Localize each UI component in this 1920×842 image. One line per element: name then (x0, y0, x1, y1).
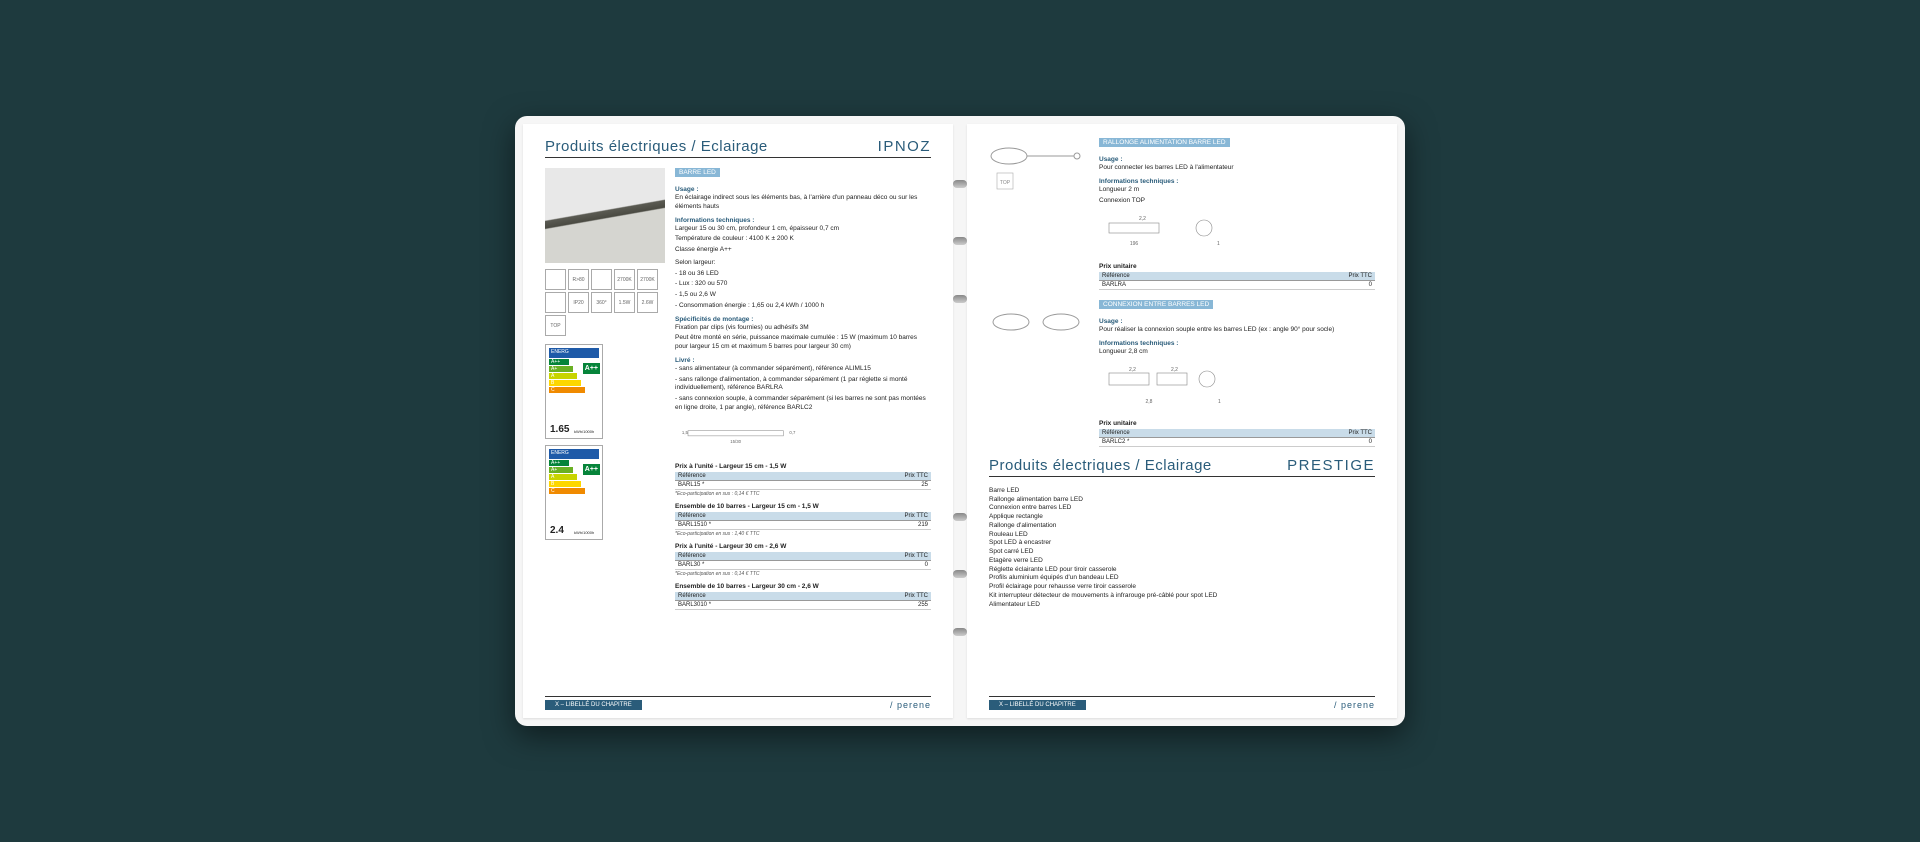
section-title: Produits électriques / Eclairage (989, 457, 1212, 474)
spec-icon: TOP (545, 315, 566, 336)
product-sketch (989, 300, 1089, 355)
section-header: Produits électriques / Eclairage PRESTIG… (989, 457, 1375, 477)
section-brand: PRESTIGE (1287, 457, 1375, 474)
page-right: TOP RALLONGE ALIMENTATION BARRE LED Usag… (967, 124, 1397, 718)
svg-text:1: 1 (1218, 399, 1221, 405)
dimension-diagram: 2,2 2,2 2,8 1 (1099, 363, 1229, 408)
list-item: Rallonge alimentation barre LED (989, 496, 1375, 505)
list-item: Rouleau LED (989, 531, 1375, 540)
list-item: Profils aluminium équipés d'un bandeau L… (989, 574, 1375, 583)
spec-icon: 2700K (614, 269, 635, 290)
product-name: BARRE LED (675, 168, 720, 177)
list-item: Alimentateur LED (989, 601, 1375, 610)
svg-text:2,2: 2,2 (1171, 367, 1178, 373)
svg-text:15/30: 15/30 (730, 439, 741, 444)
spec-icon-grid: R>80 2700K 2700K IP20 360° 1.5W 2.6W TOP (545, 269, 665, 336)
product-list: Barre LED Rallonge alimentation barre LE… (989, 487, 1375, 610)
price-table: RéférencePrix TTCBARLRA0 (1099, 272, 1375, 290)
page-header: Produits électriques / Eclairage IPNOZ (545, 138, 931, 158)
chapter-chip: X – LIBELLÉ DU CHAPITRE (545, 700, 642, 710)
price-table: RéférencePrix TTCBARLC2 *0 (1099, 429, 1375, 447)
page-left: Produits électriques / Eclairage IPNOZ R… (523, 124, 953, 718)
price-title: Prix à l'unité - Largeur 15 cm - 1,5 W (675, 463, 931, 470)
spec-icon: 1.5W (614, 292, 635, 313)
list-item: Connexion entre barres LED (989, 504, 1375, 513)
svg-text:2,8: 2,8 (1146, 399, 1153, 405)
spec-icon (545, 269, 566, 290)
list-item: Réglette éclairante LED pour tiroir cass… (989, 566, 1375, 575)
dimension-diagram: 2,2 196 1 (1099, 211, 1229, 251)
list-item: Profil éclairage pour rehausse verre tir… (989, 583, 1375, 592)
spec-icon: 2.6W (637, 292, 658, 313)
list-item: Spot LED à encastrer (989, 539, 1375, 548)
svg-text:1,5: 1,5 (682, 430, 689, 435)
spec-icon: R>80 (568, 269, 589, 290)
price-table: RéférencePrix TTCBARL1510 *219 (675, 512, 931, 530)
page-brand: IPNOZ (878, 138, 931, 155)
product-sketch: TOP (989, 138, 1089, 193)
product-photo (545, 168, 665, 263)
list-item: Applique rectangle (989, 513, 1375, 522)
list-item: Barre LED (989, 487, 1375, 496)
perene-logo: / perene (1334, 700, 1375, 710)
spec-icon: 2700K (637, 269, 658, 290)
energy-label-1: ENERG A++A+ABC A++ 1.65kWh/1000h (545, 344, 603, 439)
price-table: RéférencePrix TTCBARL15 *25 (675, 472, 931, 490)
price-table: RéférencePrix TTCBARL30 *0 (675, 552, 931, 570)
product-name: RALLONGE ALIMENTATION BARRE LED (1099, 138, 1230, 147)
svg-text:0,7: 0,7 (789, 430, 796, 435)
list-item: Kit interrupteur détecteur de mouvements… (989, 592, 1375, 601)
delivery-label: Livré : (675, 357, 931, 364)
binder: Produits électriques / Eclairage IPNOZ R… (515, 116, 1405, 726)
product-name: CONNEXION ENTRE BARRES LED (1099, 300, 1213, 309)
mount-label: Spécificités de montage : (675, 316, 931, 323)
usage-text: En éclairage indirect sous les éléments … (675, 194, 931, 212)
energy-label-2: ENERG A++A+ABC A++ 2.4kWh/1000h (545, 445, 603, 540)
price-table: RéférencePrix TTCBARL3010 *255 (675, 592, 931, 610)
list-item: Rallonge d'alimentation (989, 522, 1375, 531)
spec-icon (591, 269, 612, 290)
svg-text:TOP: TOP (1000, 180, 1011, 186)
svg-text:196: 196 (1130, 241, 1139, 247)
list-item: Etagère verre LED (989, 557, 1375, 566)
svg-text:2,2: 2,2 (1129, 367, 1136, 373)
svg-text:2,2: 2,2 (1139, 216, 1146, 222)
list-item: Spot carré LED (989, 548, 1375, 557)
spec-icon: 360° (591, 292, 612, 313)
svg-text:1: 1 (1217, 241, 1220, 247)
perene-logo: / perene (890, 700, 931, 710)
chapter-chip: X – LIBELLÉ DU CHAPITRE (989, 700, 1086, 710)
spec-icon: IP20 (568, 292, 589, 313)
page-title: Produits électriques / Eclairage (545, 138, 768, 155)
tech-label: Informations techniques : (675, 217, 931, 224)
dimension-diagram: 15/30 1,5 0,7 (675, 419, 805, 451)
usage-label: Usage : (675, 186, 931, 193)
spec-icon (545, 292, 566, 313)
